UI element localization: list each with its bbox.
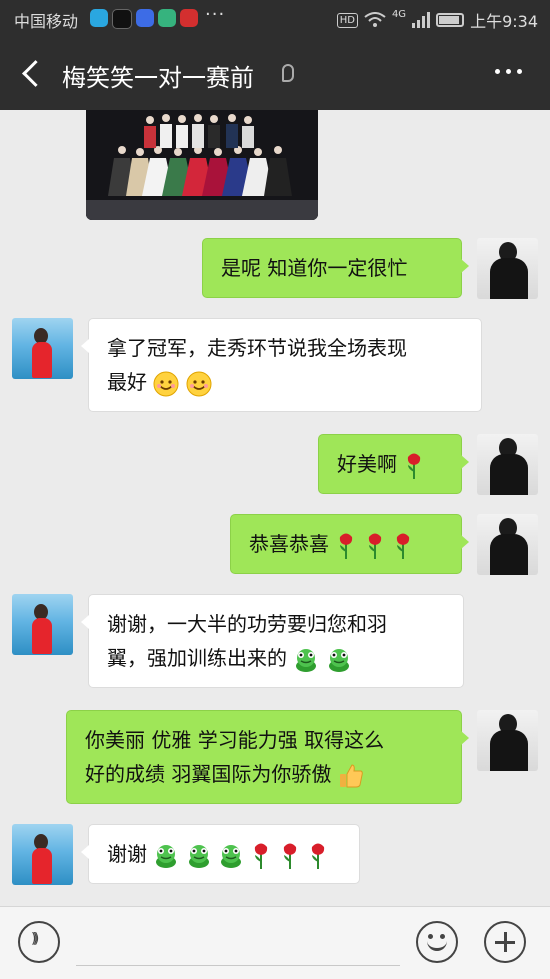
clock: 上午9:34 (470, 12, 538, 31)
contact-avatar[interactable] (12, 824, 73, 885)
rose-emoji-icon (396, 533, 410, 559)
message-bubble-contact[interactable]: 谢谢，一大半的功劳要归您和羽 翼，强加训练出来的 (81, 594, 464, 688)
frog-emoji-icon (328, 648, 349, 672)
status-bar: 中国移动 ··· HD 4G 上午9:34 (0, 0, 550, 36)
rose-emoji-icon (283, 843, 296, 869)
rose-emoji-icon (408, 453, 421, 479)
photo-message[interactable] (86, 110, 318, 220)
chat-title: 梅笑笑一对一赛前 (62, 64, 254, 92)
contact-avatar[interactable] (12, 594, 73, 655)
emoji-icon[interactable] (416, 921, 458, 963)
contact-avatar[interactable] (12, 318, 73, 379)
message-text: 恭喜恭喜 (249, 532, 329, 556)
input-bar (0, 906, 550, 979)
group-photo (86, 110, 318, 220)
baidu-app-icon (136, 9, 154, 27)
tiktok-app-icon (112, 9, 132, 29)
more-dots-icon[interactable] (495, 69, 522, 74)
message-bubble-me[interactable]: 好美啊 (318, 434, 469, 494)
smile-emoji-icon (153, 371, 179, 396)
message-input[interactable] (76, 927, 400, 966)
chat-header: 梅笑笑一对一赛前 (0, 36, 550, 110)
message-text: 拿了冠军，走秀环节说我全场表现 最好 (107, 336, 407, 394)
voice-icon[interactable] (18, 921, 60, 963)
hd-badge: HD (336, 12, 358, 28)
chevron-left-icon[interactable] (16, 54, 50, 92)
signal-icon (412, 12, 431, 28)
message-text: 是呢 知道你一定很忙 (221, 256, 408, 280)
rose-emoji-icon (255, 843, 268, 869)
status-app-icons (90, 9, 198, 29)
rose-emoji-icon (340, 533, 353, 559)
my-avatar[interactable] (477, 710, 538, 771)
carrier-name: 中国移动 (14, 12, 79, 31)
frog-emoji-icon (156, 844, 177, 868)
message-bubble-contact[interactable]: 拿了冠军，走秀环节说我全场表现 最好 (81, 318, 482, 412)
more-notifications: ··· (205, 4, 226, 25)
my-avatar[interactable] (477, 514, 538, 575)
frog-emoji-icon (221, 844, 242, 868)
message-bubble-me[interactable]: 是呢 知道你一定很忙 (202, 238, 469, 298)
location-app-icon (158, 9, 176, 27)
message-text: 好美啊 (337, 452, 397, 476)
network-type: 4G (391, 8, 407, 20)
telegram-app-icon (90, 9, 108, 27)
message-bubble-me[interactable]: 恭喜恭喜 (230, 514, 469, 574)
my-avatar[interactable] (477, 238, 538, 299)
message-bubble-me[interactable]: 你美丽 优雅 学习能力强 取得这么 好的成绩 羽翼国际为你骄傲 (66, 710, 469, 804)
frog-emoji-icon (188, 844, 209, 868)
message-bubble-contact[interactable]: 谢谢 (81, 824, 360, 884)
my-avatar[interactable] (477, 434, 538, 495)
wifi-icon (364, 12, 386, 27)
status-right: HD 4G 上午9:34 (336, 8, 538, 32)
huawei-app-icon (180, 9, 198, 27)
smile-emoji-icon (186, 371, 212, 396)
battery-icon (436, 13, 465, 27)
message-text: 谢谢 (107, 842, 147, 866)
thumbs-up-emoji-icon (339, 763, 363, 787)
frog-emoji-icon (296, 648, 317, 672)
ear-icon (282, 64, 294, 82)
rose-emoji-icon (312, 843, 325, 869)
rose-emoji-icon (368, 533, 381, 559)
plus-icon[interactable] (484, 921, 526, 963)
